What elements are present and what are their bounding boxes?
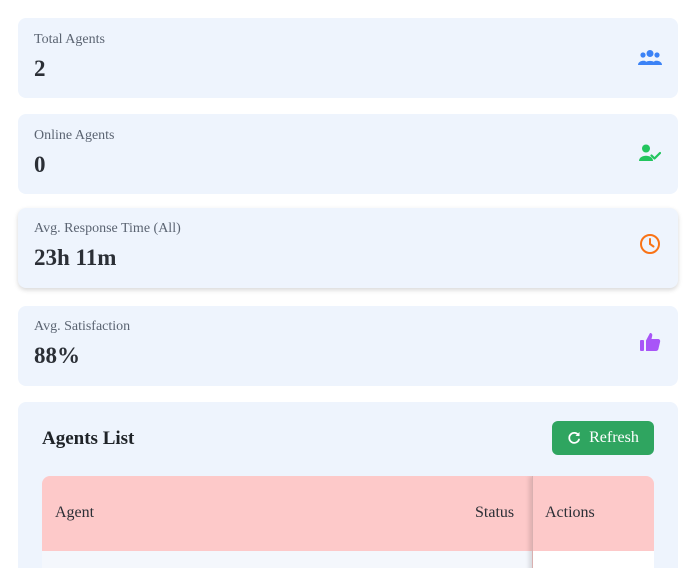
actions-column — [532, 476, 654, 568]
column-header-status[interactable]: Status — [475, 504, 514, 522]
column-divider — [532, 476, 533, 568]
refresh-icon — [567, 431, 581, 445]
clock-icon — [638, 232, 662, 256]
users-icon — [638, 46, 662, 70]
stat-label: Total Agents — [34, 32, 105, 47]
agents-list-title: Agents List — [42, 428, 135, 449]
agents-table: Agent Status Actions — [42, 476, 654, 568]
stat-value: 88% — [34, 343, 80, 368]
stat-card-online-agents: Online Agents 0 — [18, 114, 678, 194]
stat-label: Avg. Response Time (All) — [34, 221, 181, 236]
stat-label: Avg. Satisfaction — [34, 319, 131, 334]
stat-card-total-agents: Total Agents 2 — [18, 18, 678, 98]
thumbs-up-icon — [638, 330, 662, 354]
stat-value: 23h 11m — [34, 245, 117, 270]
stat-card-avg-satisfaction: Avg. Satisfaction 88% — [18, 306, 678, 386]
column-header-agent[interactable]: Agent — [55, 504, 94, 522]
stat-value: 2 — [34, 56, 46, 81]
stat-label: Online Agents — [34, 128, 115, 143]
agents-list-panel: Agents List Refresh Agent Status Actions — [18, 402, 678, 568]
stat-card-avg-response-time: Avg. Response Time (All) 23h 11m — [18, 208, 678, 288]
user-check-icon — [638, 141, 662, 165]
stat-value: 0 — [34, 152, 46, 177]
refresh-label: Refresh — [589, 429, 639, 446]
refresh-button[interactable]: Refresh — [552, 421, 654, 455]
